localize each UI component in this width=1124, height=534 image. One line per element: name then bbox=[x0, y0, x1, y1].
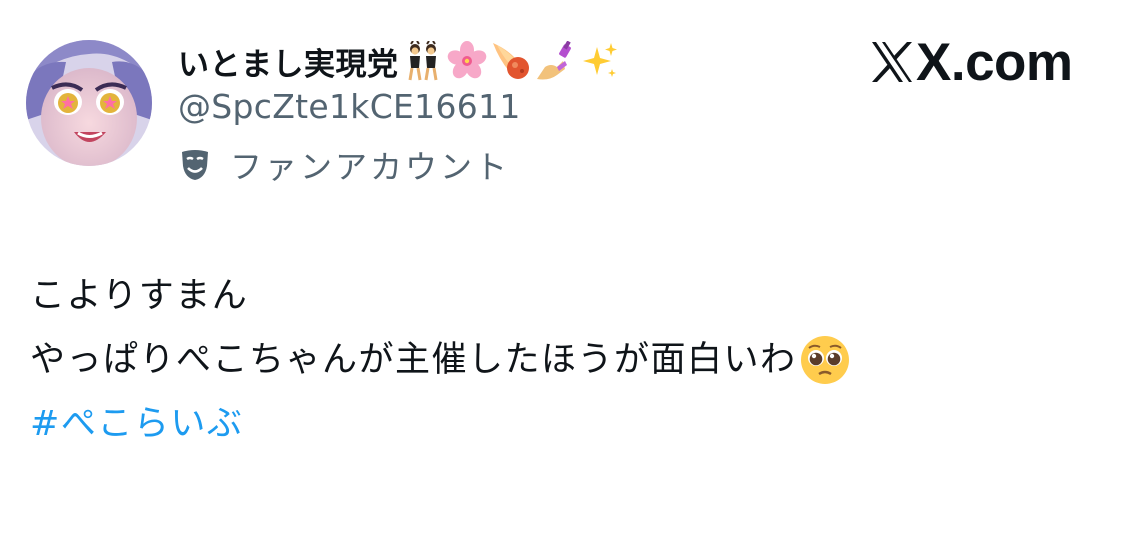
author-name-row[interactable]: いとまし実現党 bbox=[178, 36, 619, 86]
cherry-blossom-emoji-icon bbox=[447, 41, 487, 81]
hashtag-link[interactable]: #ぺこらいぶ bbox=[30, 392, 1090, 456]
tweet-line-1: こよりすまん bbox=[30, 264, 1090, 328]
x-logo-icon bbox=[870, 40, 914, 84]
tweet-line-2: やっぱりぺこちゃんが主催したほうが面白いわ bbox=[30, 328, 1090, 392]
avatar[interactable] bbox=[26, 40, 152, 166]
nail-polish-emoji-icon bbox=[535, 41, 575, 81]
x-brand: X.com bbox=[870, 30, 1073, 94]
x-domain-text: X.com bbox=[916, 32, 1073, 92]
sparkles-emoji-icon bbox=[579, 41, 619, 81]
account-label: ファンアカウント bbox=[230, 148, 511, 186]
account-label-row: ファンアカウント bbox=[178, 140, 510, 190]
comet-emoji-icon bbox=[491, 41, 531, 81]
tweet-text-line-1: こよりすまん bbox=[30, 276, 249, 316]
author-display-name[interactable]: いとまし実現党 bbox=[178, 39, 399, 84]
author-handle[interactable]: @SpcZte1kCE16611 bbox=[178, 87, 521, 126]
tweet-body: こよりすまん やっぱりぺこちゃんが主催したほうが面白いわ #ぺこらいぶ bbox=[30, 264, 1090, 456]
name-emoji-group bbox=[403, 41, 619, 81]
tweet-card: いとまし実現党 @SpcZte1kCE16611 ファンアカウント X.com … bbox=[0, 0, 1124, 534]
tweet-text-line-2: やっぱりぺこちゃんが主催したほうが面白いわ bbox=[30, 340, 797, 380]
dancers-emoji-icon bbox=[403, 41, 443, 81]
pleading-face-emoji-icon bbox=[799, 334, 851, 386]
performing-arts-mask-icon bbox=[178, 148, 212, 182]
